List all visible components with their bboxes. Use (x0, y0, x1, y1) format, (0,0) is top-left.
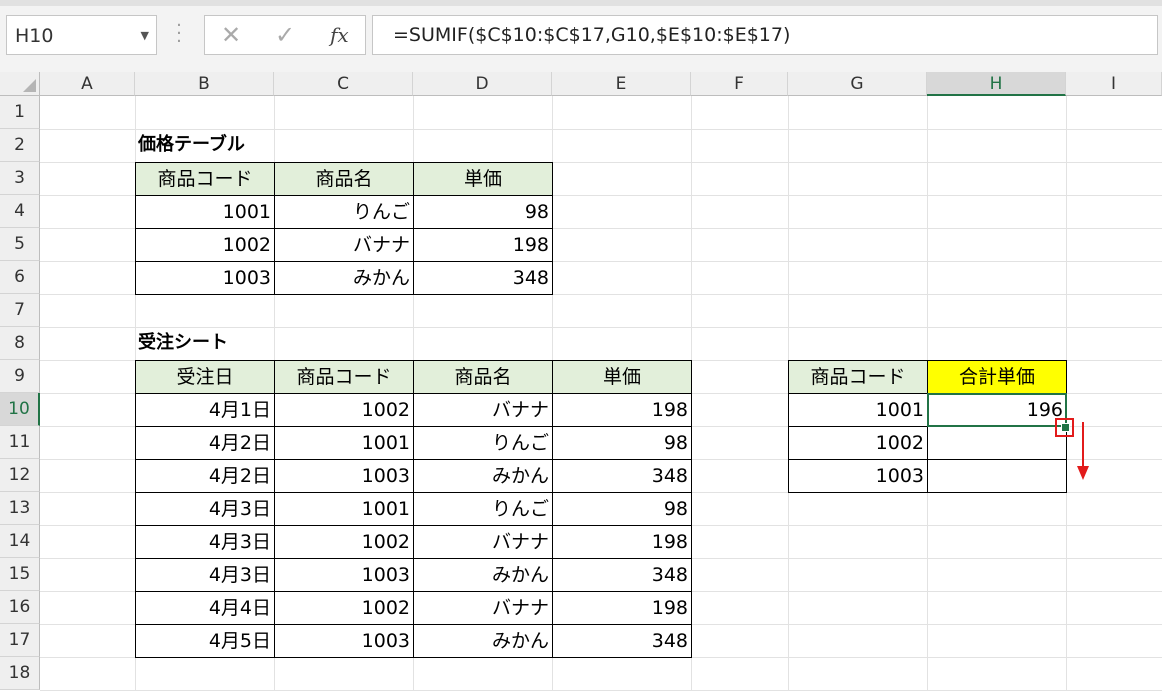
order-sheet-header[interactable]: 商品名 (413, 360, 553, 394)
ribbon-edge (0, 0, 1162, 6)
order-sheet-cell[interactable]: みかん (413, 624, 553, 658)
order-sheet-cell[interactable]: りんご (413, 426, 553, 460)
total-price-header[interactable]: 合計単価 (927, 360, 1067, 394)
summary-code-cell[interactable]: 1002 (788, 426, 928, 460)
price-table-header[interactable]: 商品名 (274, 162, 414, 196)
order-sheet-cell[interactable]: 348 (552, 558, 692, 592)
order-sheet-cell[interactable]: バナナ (413, 393, 553, 427)
row-header-15[interactable]: 15 (0, 558, 40, 591)
order-sheet-cell[interactable]: 198 (552, 591, 692, 625)
row-header-12[interactable]: 12 (0, 459, 40, 492)
enter-icon[interactable]: ✓ (275, 21, 295, 49)
select-all-corner[interactable] (0, 72, 40, 96)
order-sheet-cell[interactable]: 1002 (274, 591, 414, 625)
price-table-cell[interactable]: 1003 (135, 261, 275, 295)
row-header-18[interactable]: 18 (0, 657, 40, 690)
price-table-cell[interactable]: バナナ (274, 228, 414, 262)
column-header-e[interactable]: E (552, 72, 691, 96)
row-header-8[interactable]: 8 (0, 327, 40, 360)
summary-code-cell[interactable]: 1003 (788, 459, 928, 493)
row-header-6[interactable]: 6 (0, 261, 40, 294)
row-header-17[interactable]: 17 (0, 624, 40, 657)
order-sheet-cell[interactable]: 4月3日 (135, 525, 275, 559)
order-sheet-cell[interactable]: 98 (552, 426, 692, 460)
order-sheet-cell[interactable]: バナナ (413, 591, 553, 625)
column-header-b[interactable]: B (135, 72, 274, 96)
order-sheet-cell[interactable]: みかん (413, 558, 553, 592)
fill-down-arrow-icon (1077, 422, 1089, 480)
price-table-cell[interactable]: 98 (413, 195, 553, 229)
order-sheet-cell[interactable]: 4月1日 (135, 393, 275, 427)
price-table-cell[interactable]: 1002 (135, 228, 275, 262)
insert-function-icon[interactable]: fx (330, 23, 349, 47)
row-header-7[interactable]: 7 (0, 294, 40, 327)
chevron-down-icon[interactable]: ▼ (141, 29, 149, 42)
fill-handle[interactable] (1061, 423, 1070, 432)
price-table-title[interactable]: 価格テーブル (135, 129, 274, 162)
formula-input[interactable]: =SUMIF($C$10:$C$17,G10,$E$10:$E$17) (372, 15, 1158, 55)
name-box[interactable]: H10 ▼ (6, 15, 157, 55)
order-sheet-cell[interactable]: 4月3日 (135, 492, 275, 526)
order-sheet-cell[interactable]: バナナ (413, 525, 553, 559)
cancel-icon[interactable]: ✕ (221, 21, 241, 49)
more-options-icon[interactable]: · · · (175, 17, 183, 51)
row-header-11[interactable]: 11 (0, 426, 40, 459)
row-header-2[interactable]: 2 (0, 129, 40, 162)
total-price-cell[interactable] (927, 459, 1067, 493)
column-header-i[interactable]: I (1066, 72, 1162, 96)
name-box-value: H10 (15, 25, 54, 47)
price-table-cell[interactable]: 198 (413, 228, 553, 262)
price-table-cell[interactable]: 1001 (135, 195, 275, 229)
column-header-g[interactable]: G (788, 72, 927, 96)
order-sheet-cell[interactable]: 348 (552, 624, 692, 658)
column-header-a[interactable]: A (40, 72, 135, 96)
price-table-header[interactable]: 商品コード (135, 162, 275, 196)
order-sheet-header[interactable]: 単価 (552, 360, 692, 394)
order-sheet-cell[interactable]: 198 (552, 525, 692, 559)
row-header-14[interactable]: 14 (0, 525, 40, 558)
order-sheet-header[interactable]: 商品コード (274, 360, 414, 394)
order-sheet-cell[interactable]: 98 (552, 492, 692, 526)
column-header-c[interactable]: C (274, 72, 413, 96)
order-sheet-cell[interactable]: 1001 (274, 426, 414, 460)
summary-code-cell[interactable]: 1001 (788, 393, 928, 427)
total-price-cell[interactable]: 196 (927, 393, 1067, 427)
order-sheet-header[interactable]: 受注日 (135, 360, 275, 394)
row-header-4[interactable]: 4 (0, 195, 40, 228)
order-sheet-cell[interactable]: 4月5日 (135, 624, 275, 658)
column-header-d[interactable]: D (413, 72, 552, 96)
price-table-cell[interactable]: りんご (274, 195, 414, 229)
formula-buttons: ✕ ✓ fx (204, 15, 366, 55)
order-sheet-cell[interactable]: 1001 (274, 492, 414, 526)
order-sheet-title[interactable]: 受注シート (135, 327, 274, 360)
row-header-13[interactable]: 13 (0, 492, 40, 525)
order-sheet-cell[interactable]: 4月2日 (135, 426, 275, 460)
order-sheet-cell[interactable]: りんご (413, 492, 553, 526)
row-header-16[interactable]: 16 (0, 591, 40, 624)
order-sheet-cell[interactable]: 348 (552, 459, 692, 493)
order-sheet-cell[interactable]: 1002 (274, 525, 414, 559)
order-sheet-cell[interactable]: 1003 (274, 459, 414, 493)
row-header-10[interactable]: 10 (0, 393, 40, 426)
price-table-cell[interactable]: みかん (274, 261, 414, 295)
price-table-cell[interactable]: 348 (413, 261, 553, 295)
order-sheet-cell[interactable]: 4月2日 (135, 459, 275, 493)
row-header-3[interactable]: 3 (0, 162, 40, 195)
order-sheet-cell[interactable]: みかん (413, 459, 553, 493)
row-header-5[interactable]: 5 (0, 228, 40, 261)
order-sheet-cell[interactable]: 4月3日 (135, 558, 275, 592)
column-header-f[interactable]: F (691, 72, 788, 96)
order-sheet-cell[interactable]: 1003 (274, 558, 414, 592)
row-header-1[interactable]: 1 (0, 96, 40, 129)
total-price-cell[interactable] (927, 426, 1067, 460)
order-sheet-cell[interactable]: 198 (552, 393, 692, 427)
column-header-h[interactable]: H (927, 72, 1066, 96)
price-table-header[interactable]: 単価 (413, 162, 553, 196)
row-header-9[interactable]: 9 (0, 360, 40, 393)
order-sheet-cell[interactable]: 1002 (274, 393, 414, 427)
formula-text: =SUMIF($C$10:$C$17,G10,$E$10:$E$17) (393, 24, 791, 46)
order-sheet-cell[interactable]: 4月4日 (135, 591, 275, 625)
order-sheet-cell[interactable]: 1003 (274, 624, 414, 658)
summary-code-header[interactable]: 商品コード (788, 360, 928, 394)
